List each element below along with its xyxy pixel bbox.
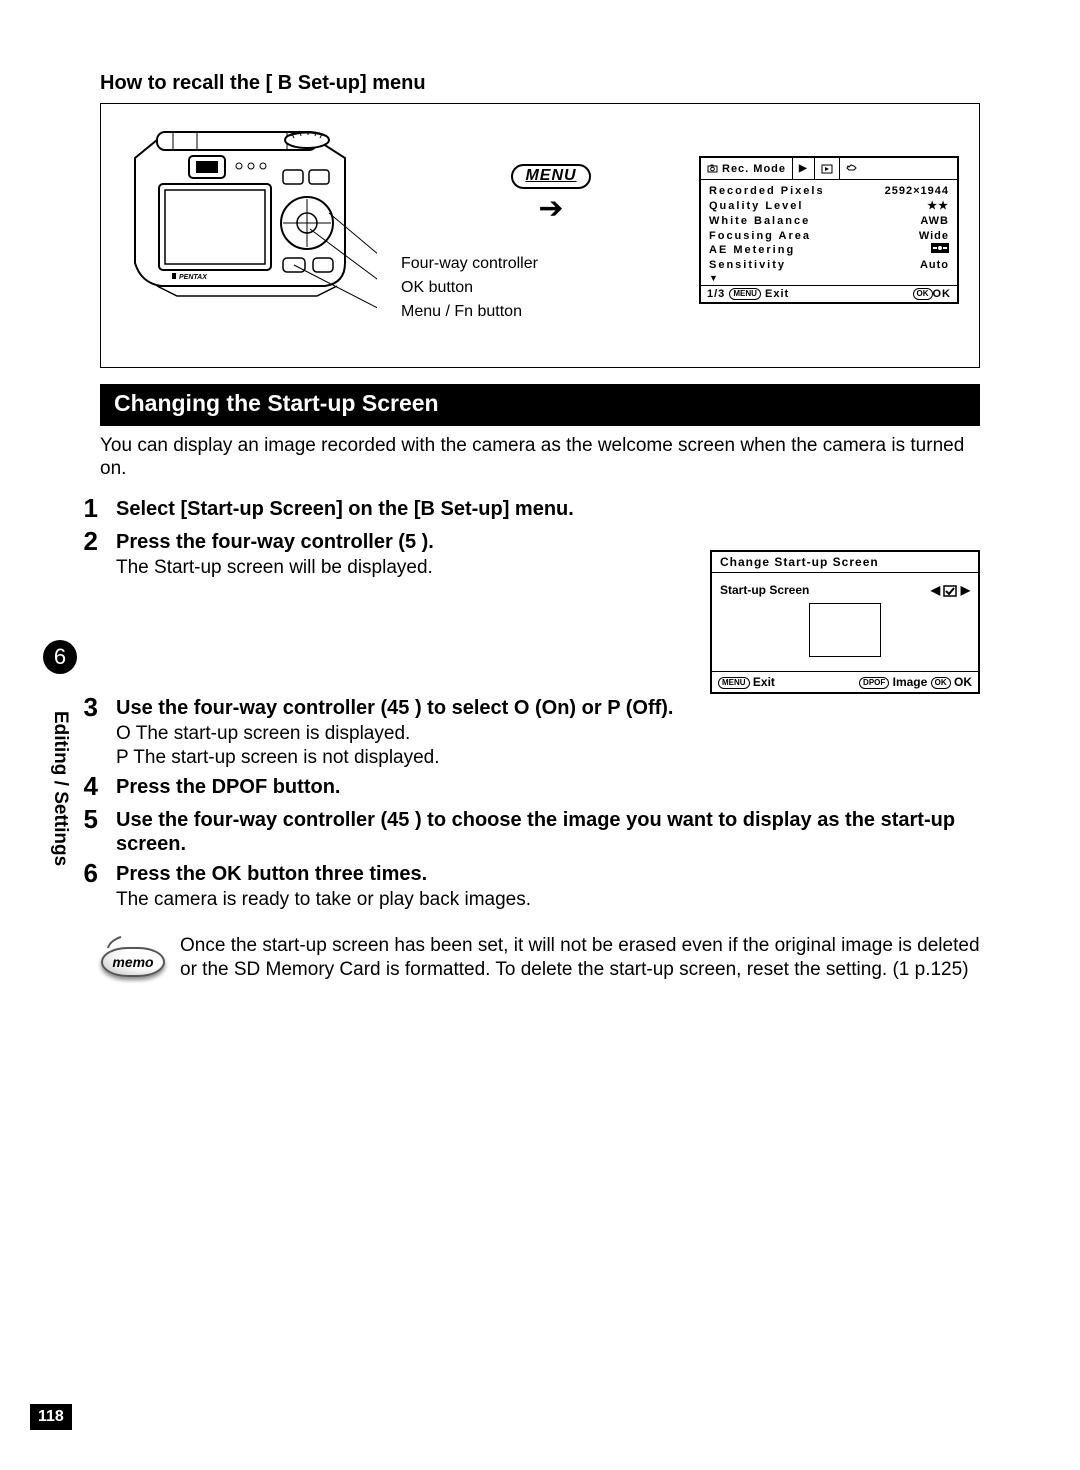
camera-icon (707, 163, 718, 174)
toggle-icons: ◀ ▶ (931, 583, 970, 597)
menu-pill-tiny: MENU (718, 677, 750, 689)
chapter-label: Editing / Settings (49, 684, 71, 894)
dpof-pill-tiny: DPOF (859, 677, 889, 689)
lcd-startup-title: Change Start-up Screen (712, 552, 978, 573)
wrench-icon (846, 163, 857, 174)
chapter-badge: 6 (43, 640, 77, 674)
step-title: Press the four-way controller (5 ). (116, 530, 700, 554)
step-desc: O The start-up screen is displayed. (116, 722, 980, 746)
lcd-screen-rec-mode: Rec. Mode ▶ Recorded Pixels2592×1944 Qua… (699, 156, 959, 304)
step-desc: The camera is ready to take or play back… (116, 888, 980, 912)
startup-thumbnail (809, 603, 881, 657)
memo-note: memo Once the start-up screen has been s… (100, 934, 980, 982)
step-desc: The Start-up screen will be displayed. (116, 556, 700, 580)
camera-callouts: Four-way controller OK button Menu / Fn … (401, 252, 538, 324)
lcd-tab-playback (815, 158, 840, 179)
lcd-tab-setup (840, 158, 863, 179)
section-title: Changing the Start-up Screen (100, 384, 980, 426)
intro-text: You can display an image recorded with t… (100, 434, 980, 482)
memo-icon: memo (101, 947, 165, 977)
playback-icon (821, 164, 833, 174)
menu-pill-tiny: MENU (729, 288, 761, 300)
diagram-box: PENTAX MENU ➔ Four-way controller OK but… (100, 103, 980, 368)
menu-pill: MENU (511, 164, 590, 189)
multi-metering-icon (931, 243, 949, 258)
step-desc: P The start-up screen is not displayed. (116, 746, 980, 770)
step-title: Use the four-way controller (45 ) to cho… (116, 808, 980, 856)
ok-pill-tiny: OK (931, 677, 951, 689)
label-ok-button: OK button (401, 276, 538, 300)
step-title: Use the four-way controller (45 ) to sel… (116, 696, 980, 720)
lcd-tab-play: ▶ (793, 158, 815, 179)
label-four-way: Four-way controller (401, 252, 538, 276)
label-menu-fn: Menu / Fn button (401, 300, 538, 324)
step-number: 1 (76, 493, 98, 524)
step-title: Press the OK button three times. (116, 862, 980, 886)
camera-illustration: PENTAX (117, 118, 377, 328)
down-arrow-icon: ▼ (709, 273, 949, 283)
svg-text:PENTAX: PENTAX (179, 274, 208, 281)
right-arrow-icon: ➔ (538, 192, 563, 225)
lcd-screen-startup: Change Start-up Screen Start-up Screen ◀… (710, 550, 980, 694)
lcd-tab-rec: Rec. Mode (701, 158, 793, 179)
top-heading: How to recall the [ B Set-up] menu (100, 72, 980, 95)
memo-text: Once the start-up screen has been set, i… (180, 934, 980, 982)
page-number: 118 (30, 1404, 72, 1430)
step-number: 2 (76, 526, 98, 580)
step-title: Select [Start-up Screen] on the [B Set-u… (116, 497, 980, 521)
step-title: Press the DPOF button. (116, 775, 980, 799)
ok-pill-icon: OK (913, 288, 933, 300)
